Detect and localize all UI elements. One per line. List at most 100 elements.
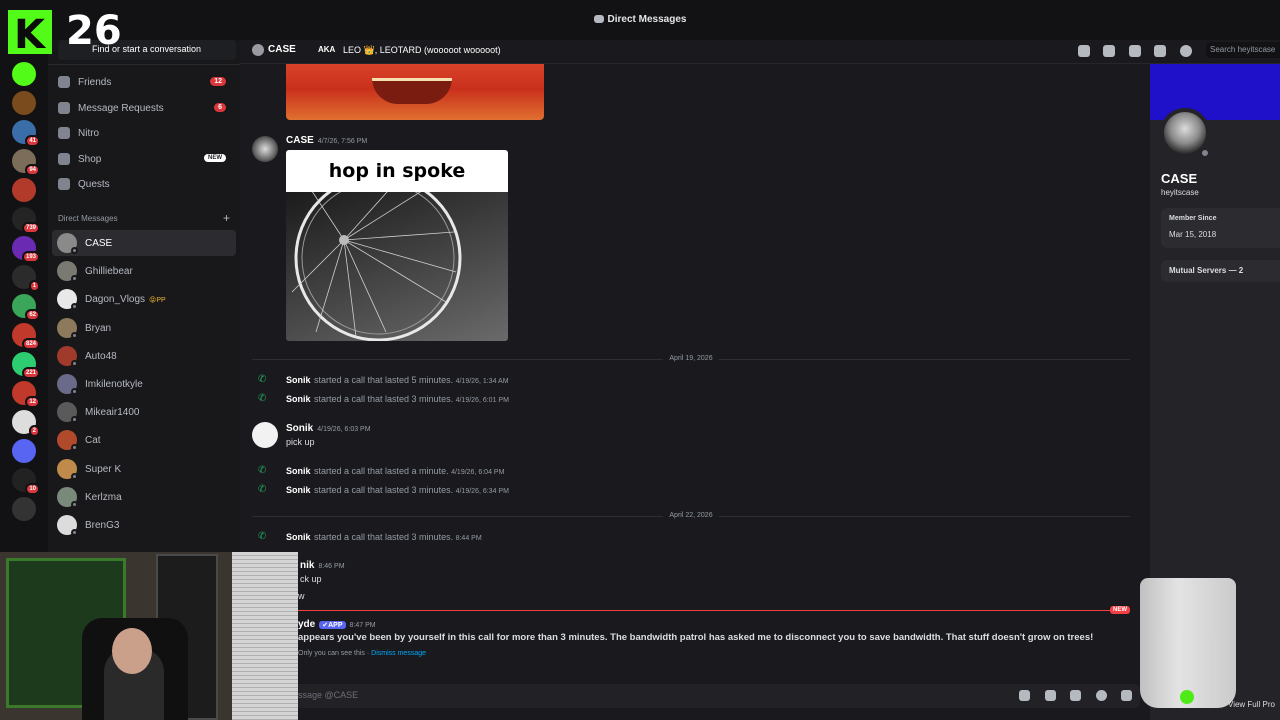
add-friends-icon[interactable]	[1154, 45, 1166, 57]
message-author[interactable]: yde ✔APP 8:47 PM	[298, 619, 376, 630]
video-call-icon[interactable]	[1103, 45, 1115, 57]
nav-item-quests[interactable]: Quests	[56, 172, 236, 196]
server-icon[interactable]: 41	[12, 120, 40, 147]
nav-label: Message Requests	[78, 102, 164, 114]
image-attachment[interactable]	[286, 64, 544, 120]
user-profile-icon[interactable]	[1180, 45, 1192, 57]
server-icon[interactable]: 193	[12, 236, 40, 263]
gift-icon[interactable]	[1019, 690, 1030, 701]
status-indicator	[1200, 148, 1210, 158]
nav-item-friends[interactable]: Friends 12	[56, 70, 236, 94]
chat-header: CASE AKA LEO 👑, LEOTARD (wooooot wooooot…	[240, 40, 1280, 64]
dm-name: BrenG3	[85, 520, 120, 531]
nitro-icon	[58, 127, 70, 140]
server-icon[interactable]	[12, 178, 36, 202]
mention-badge: 41	[25, 135, 40, 147]
nav-item-message-requests[interactable]: Message Requests 6	[56, 96, 236, 120]
caller-name[interactable]: Sonik	[286, 466, 311, 476]
caller-name[interactable]: Sonik	[286, 375, 311, 385]
mention-badge: 1	[28, 280, 40, 292]
profile-username: heyitscase	[1161, 188, 1199, 197]
voice-call-icon[interactable]	[1078, 45, 1090, 57]
count-badge: 12	[210, 77, 226, 86]
header-avatar	[252, 44, 264, 56]
window-title: Direct Messages	[0, 14, 1280, 25]
pin-icon[interactable]	[1129, 45, 1141, 57]
nav-label: Quests	[78, 179, 110, 191]
call-log-entry: ✆ Sonik started a call that lasted 3 min…	[258, 531, 482, 543]
server-icon[interactable]: 10	[12, 468, 40, 495]
mention-badge: 824	[21, 338, 40, 350]
clan-tag: 😝PP	[149, 297, 166, 305]
create-dm-button[interactable]: +	[223, 211, 230, 225]
mention-badge: 94	[25, 164, 40, 176]
server-icon[interactable]	[12, 497, 36, 521]
nav-item-nitro[interactable]: Nitro	[56, 121, 236, 145]
avatar[interactable]	[252, 422, 278, 448]
apps-icon[interactable]	[1121, 690, 1132, 701]
message-author[interactable]: Sonik 4/19/26, 6:03 PM	[286, 423, 371, 434]
server-icon[interactable]: 739	[12, 207, 40, 234]
server-icon[interactable]: 62	[12, 294, 40, 321]
status-indicator	[71, 303, 78, 311]
dm-item[interactable]: Auto48	[52, 343, 236, 369]
dm-item[interactable]: Mikeair1400	[52, 399, 236, 425]
sticker-icon[interactable]	[1070, 690, 1081, 701]
date-label: April 19, 2026	[240, 355, 1142, 362]
dm-item[interactable]: Cat	[52, 427, 236, 453]
emoji-icon[interactable]	[1096, 690, 1107, 701]
status-indicator	[71, 388, 78, 395]
server-icon[interactable]: 1	[12, 265, 40, 292]
server-icon[interactable]	[12, 62, 36, 86]
message-list[interactable]: CASE 4/7/26, 7:56 PM hop in spoke April 1…	[240, 64, 1150, 680]
meme-image[interactable]: hop in spoke	[286, 150, 508, 341]
message-composer[interactable]: ssage @CASE	[250, 684, 1140, 708]
dm-item[interactable]: CASE	[52, 230, 236, 256]
status-indicator	[71, 416, 78, 424]
server-icon[interactable]	[12, 91, 36, 115]
dm-section-header: Direct Messages +	[58, 211, 230, 225]
server-icon[interactable]: 221	[12, 352, 40, 379]
status-indicator	[71, 444, 78, 452]
caller-name[interactable]: Sonik	[286, 485, 311, 495]
title-bar: Direct Messages	[0, 0, 1280, 40]
caller-name[interactable]: Sonik	[286, 394, 311, 404]
phone-icon: ✆	[258, 465, 267, 476]
status-indicator	[71, 247, 78, 254]
nav-item-shop[interactable]: Shop NEW	[56, 147, 236, 171]
server-icon[interactable]: 2	[12, 410, 40, 437]
server-icon[interactable]	[12, 439, 36, 463]
message-author[interactable]: nik 8:46 PM	[300, 560, 345, 571]
status-indicator	[71, 472, 78, 480]
dm-name: Dagon_Vlogs 😝PP	[85, 294, 166, 306]
dm-item[interactable]: Kerlzma	[52, 484, 236, 510]
dm-name: Super K	[85, 463, 122, 475]
dismiss-message-link[interactable]: Dismiss message	[371, 650, 426, 657]
gif-icon[interactable]	[1045, 690, 1056, 701]
view-full-profile-link[interactable]: View Full Pro	[1228, 700, 1275, 709]
status-indicator	[71, 331, 78, 339]
phone-icon: ✆	[258, 484, 267, 495]
call-log-entry: ✆ Sonik started a call that lasted 3 minut…	[258, 484, 509, 496]
dm-item[interactable]: Ghilliebear	[52, 258, 236, 284]
avatar[interactable]	[252, 136, 278, 162]
ephemeral-note: Only you can see this · Dismiss message	[298, 650, 427, 657]
header-name[interactable]: CASE	[268, 44, 296, 55]
server-icon[interactable]: 12	[12, 381, 40, 408]
dm-item[interactable]: Imkilenotkyle	[52, 371, 236, 397]
mention-badge: 10	[25, 483, 40, 495]
viewer-count: 26	[66, 8, 122, 54]
phone-icon: ✆	[258, 374, 267, 385]
status-indicator	[71, 500, 78, 508]
server-icon[interactable]: 824	[12, 323, 40, 350]
server-icon[interactable]: 94	[12, 149, 40, 176]
mutual-servers[interactable]: Mutual Servers — 2	[1161, 260, 1280, 282]
search-input[interactable]: Search heyitscase	[1206, 42, 1280, 58]
dm-item[interactable]: Super K	[52, 456, 236, 482]
dm-item[interactable]: BrenG3	[52, 512, 236, 538]
message-author[interactable]: CASE 4/7/26, 7:56 PM	[286, 135, 367, 146]
dm-item[interactable]: Bryan	[52, 315, 236, 341]
message-body: pick up	[286, 437, 315, 447]
dm-item[interactable]: Dagon_Vlogs 😝PP	[52, 286, 236, 312]
new-messages-divider	[240, 610, 1130, 611]
